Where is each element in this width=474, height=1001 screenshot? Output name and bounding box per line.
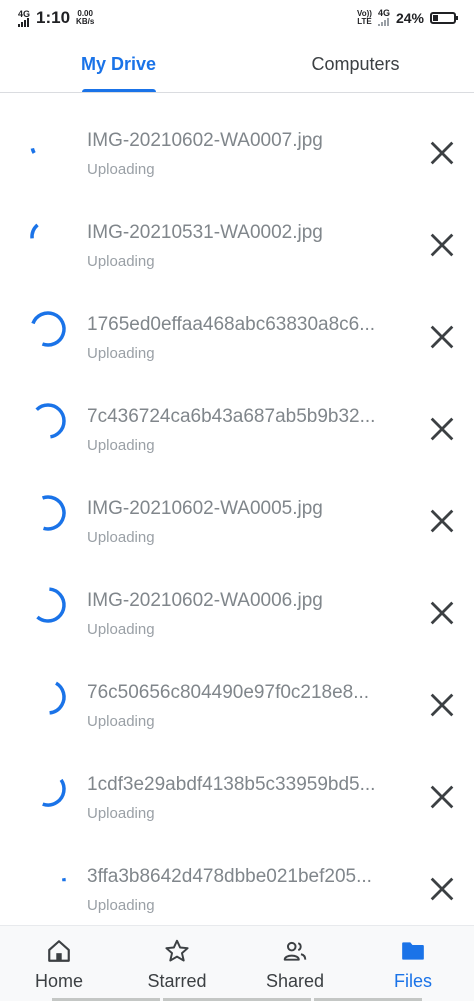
tab-my-drive[interactable]: My Drive <box>0 36 237 92</box>
upload-status: Uploading <box>87 621 155 638</box>
upload-status: Uploading <box>87 897 155 914</box>
upload-status: Uploading <box>87 437 155 454</box>
upload-progress-spinner-icon <box>30 587 66 623</box>
signal-bars-icon <box>377 17 390 26</box>
upload-status: Uploading <box>87 713 155 730</box>
upload-item[interactable]: 7c436724ca6b43a687ab5b9b32... Uploading <box>0 369 474 461</box>
nav-files-label: Files <box>393 971 432 991</box>
drive-tabs: My Drive Computers <box>0 36 474 93</box>
network-type-left: 4G <box>18 8 31 19</box>
nav-starred-label: Starred <box>147 971 207 991</box>
upload-file-name: 1cdf3e29abdf4138b5c33959bd5... <box>87 774 376 795</box>
network-type-right: 4G <box>377 8 390 18</box>
upload-file-name: IMG-20210602-WA0007.jpg <box>87 130 323 151</box>
people-icon <box>283 941 307 961</box>
nav-starred[interactable]: Starred <box>118 926 236 1001</box>
nav-files[interactable]: Files <box>354 926 472 1001</box>
nav-home[interactable]: Home <box>0 926 118 1001</box>
upload-item[interactable]: 76c50656c804490e97f0c218e8... Uploading <box>0 645 474 737</box>
upload-item[interactable]: 3ffa3b8642d478dbbe021bef205... Uploading <box>0 829 474 921</box>
upload-item[interactable]: 1765ed0effaa468abc63830a8c6... Uploading <box>0 277 474 369</box>
upload-progress-spinner-icon <box>30 679 66 715</box>
upload-progress-spinner-icon <box>30 863 66 899</box>
upload-file-name: IMG-20210602-WA0005.jpg <box>87 498 323 519</box>
status-bar: 4G 1:10 0.00 KB/s Vo)) LTE 4G 24% <box>0 0 474 36</box>
cancel-upload-close-icon[interactable] <box>428 875 456 903</box>
signal-left: 4G <box>18 8 31 27</box>
volte-indicator: Vo)) LTE <box>357 9 372 26</box>
nav-shared-label: Shared <box>265 971 325 991</box>
cancel-upload-close-icon[interactable] <box>428 599 456 627</box>
upload-item[interactable]: IMG-20210602-WA0005.jpg Uploading <box>0 461 474 553</box>
home-icon <box>48 940 70 962</box>
upload-status: Uploading <box>87 805 155 822</box>
battery-percent: 24% <box>395 9 424 26</box>
upload-file-name: IMG-20210531-WA0002.jpg <box>87 222 323 243</box>
upload-file-name: 76c50656c804490e97f0c218e8... <box>87 682 370 703</box>
upload-file-name: 7c436724ca6b43a687ab5b9b32... <box>87 406 376 427</box>
upload-item[interactable]: IMG-20210602-WA0007.jpg Uploading <box>0 93 474 185</box>
cancel-upload-close-icon[interactable] <box>428 323 456 351</box>
nav-shared[interactable]: Shared <box>236 926 354 1001</box>
network-speed: 0.00 KB/s <box>76 10 94 26</box>
cancel-upload-close-icon[interactable] <box>428 507 456 535</box>
upload-progress-spinner-icon <box>30 127 66 163</box>
bottom-navigation: Home Starred Shared Files <box>0 925 474 1001</box>
cancel-upload-close-icon[interactable] <box>428 783 456 811</box>
upload-progress-spinner-icon <box>30 311 66 347</box>
upload-status: Uploading <box>87 253 155 270</box>
upload-progress-spinner-icon <box>30 495 66 531</box>
upload-item[interactable]: 1cdf3e29abdf4138b5c33959bd5... Uploading <box>0 737 474 829</box>
upload-file-name: 3ffa3b8642d478dbbe021bef205... <box>87 866 372 887</box>
cancel-upload-close-icon[interactable] <box>428 231 456 259</box>
cancel-upload-close-icon[interactable] <box>428 415 456 443</box>
star-icon <box>165 939 189 962</box>
upload-file-name: IMG-20210602-WA0006.jpg <box>87 590 323 611</box>
volte-bottom: LTE <box>357 16 372 26</box>
folder-icon <box>402 942 424 960</box>
upload-status: Uploading <box>87 161 155 178</box>
cancel-upload-close-icon[interactable] <box>428 139 456 167</box>
upload-status: Uploading <box>87 345 155 362</box>
speed-unit: KB/s <box>76 17 95 26</box>
upload-item[interactable]: IMG-20210531-WA0002.jpg Uploading <box>0 185 474 277</box>
nav-home-label: Home <box>34 971 83 991</box>
clock: 1:10 <box>36 8 71 27</box>
tab-my-drive-label: My Drive <box>80 53 157 74</box>
upload-item[interactable]: IMG-20210602-WA0006.jpg Uploading <box>0 553 474 645</box>
cancel-upload-close-icon[interactable] <box>428 691 456 719</box>
upload-file-name: 1765ed0effaa468abc63830a8c6... <box>87 314 376 335</box>
tab-computers[interactable]: Computers <box>237 36 474 92</box>
upload-progress-spinner-icon <box>30 403 66 439</box>
upload-progress-spinner-icon <box>30 219 66 255</box>
active-tab-indicator <box>82 89 156 92</box>
signal-right: 4G <box>377 8 390 26</box>
upload-status: Uploading <box>87 529 155 546</box>
upload-progress-spinner-icon <box>30 771 66 807</box>
battery-icon <box>430 11 458 24</box>
tab-computers-label: Computers <box>311 53 400 74</box>
upload-list[interactable]: IMG-20210602-WA0007.jpg Uploading IMG-2021… <box>0 93 474 925</box>
signal-bars-icon <box>18 17 29 27</box>
